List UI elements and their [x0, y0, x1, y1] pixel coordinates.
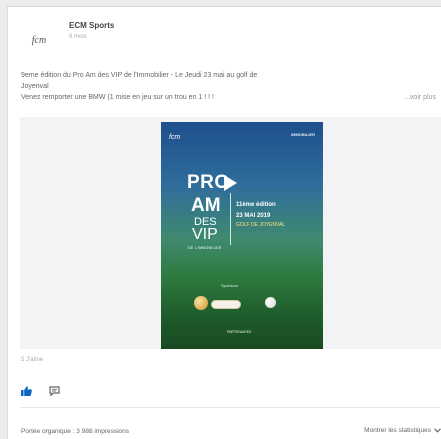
post-text-line: Joyenval	[21, 83, 49, 90]
organic-reach: Portée organique : 3 988 impressions	[21, 428, 130, 435]
post-text: 9eme édition du Pro Am des VIP de l'Immo…	[21, 70, 436, 103]
poster-sponsor-label: Sponsors	[221, 283, 238, 288]
poster-title-am: AM	[191, 195, 221, 216]
post-text-line: 9eme édition du Pro Am des VIP de l'Immo…	[21, 72, 258, 79]
poster-partner-logo: IMMOBILIER	[291, 132, 315, 137]
company-name[interactable]: ECM Sports	[69, 21, 114, 30]
poster-venue: GOLF DE JOYENVAL	[236, 222, 286, 228]
golf-ball-icon	[194, 296, 208, 310]
golf-ball-icon	[265, 297, 276, 308]
show-stats-label: Montrer les statistiques	[364, 427, 431, 434]
post-time: 8 mois	[69, 34, 87, 40]
post-actions	[21, 383, 60, 397]
show-stats-button[interactable]: Montrer les statistiques	[364, 427, 441, 434]
play-triangle-icon	[224, 175, 237, 191]
reaction-count[interactable]: 5 J'aime	[21, 357, 43, 363]
like-icon[interactable]	[21, 383, 32, 396]
company-logo[interactable]: fcm	[19, 25, 59, 55]
poster-edition: 11ème édition	[236, 202, 276, 208]
poster-date: 23 MAI 2019	[236, 213, 271, 219]
poster-subtitle: DE L'IMMOBILIER	[188, 246, 222, 250]
see-more-link[interactable]: ...voir plus	[404, 92, 436, 103]
poster-divider	[230, 193, 231, 245]
chevron-down-icon	[434, 428, 441, 433]
sponsor-badge	[211, 300, 241, 309]
poster-title-vip: VIP	[192, 226, 218, 243]
poster-footer: PARTENAIRES	[227, 330, 252, 334]
post-text-line: Venez remporter une BMW (1 mise en jeu s…	[21, 94, 214, 101]
post-media[interactable]: fcm IMMOBILIER PRO AM DES VIP DE L'IMMOB…	[20, 117, 441, 349]
poster-logo: fcm	[169, 134, 181, 141]
event-poster-image[interactable]: fcm IMMOBILIER PRO AM DES VIP DE L'IMMOB…	[161, 122, 323, 349]
comment-icon[interactable]	[49, 383, 60, 397]
post-header: fcm ECM Sports 8 mois	[19, 20, 439, 60]
footer-divider	[20, 407, 440, 408]
post-card: fcm ECM Sports 8 mois 9eme édition du Pr…	[7, 6, 441, 439]
